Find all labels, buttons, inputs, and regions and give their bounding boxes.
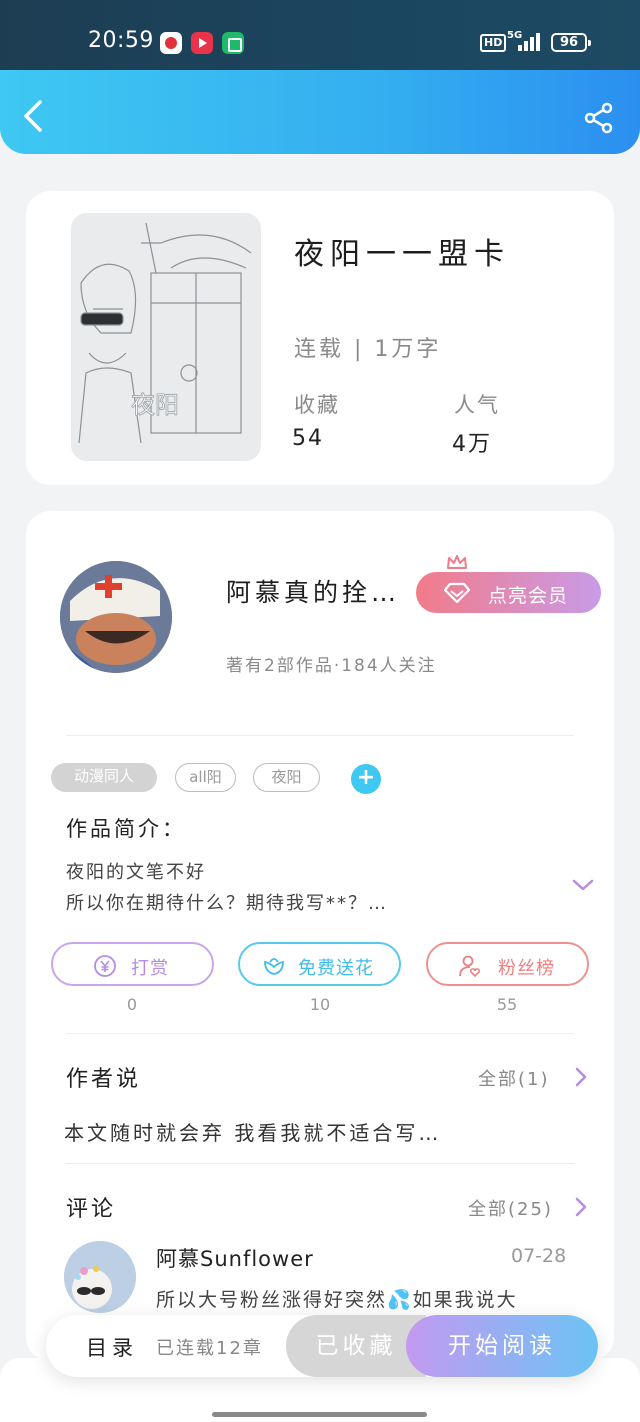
collected-button[interactable]: 已收藏 bbox=[286, 1315, 426, 1377]
author-says-text[interactable]: 本文随时就会弃 我看我就不适合写… bbox=[64, 1117, 441, 1146]
chevron-right-icon[interactable] bbox=[574, 1067, 588, 1087]
play-app-icon bbox=[191, 32, 213, 54]
fans-rank-label: 粉丝榜 bbox=[498, 958, 555, 979]
share-button[interactable] bbox=[583, 102, 615, 134]
header-bar bbox=[0, 70, 640, 154]
vip-button[interactable]: 点亮会员 bbox=[416, 555, 601, 613]
battery-icon: 96 bbox=[551, 33, 591, 52]
chevron-left-icon bbox=[24, 100, 42, 132]
book-info-card: 夜阳 夜阳一一盟卡 连载 | 1万字 收藏 54 人气 4万 bbox=[26, 191, 614, 485]
flower-icon bbox=[264, 958, 284, 975]
home-indicator[interactable] bbox=[212, 1412, 427, 1417]
intro-line: 夜阳的文笔不好 bbox=[66, 862, 206, 883]
toc-button[interactable]: 目录 bbox=[86, 1332, 138, 1362]
collect-count: 54 bbox=[292, 426, 324, 451]
cover-signature: 夜阳 bbox=[131, 391, 179, 419]
book-detail-card: 阿慕真的拴… 点亮会员 著有2部作品·184人关注 动漫同人 all阳 夜阳 +… bbox=[26, 511, 614, 1361]
crown-icon bbox=[447, 555, 467, 569]
divider bbox=[66, 735, 574, 736]
vip-label: 点亮会员 bbox=[488, 585, 569, 607]
author-avatar[interactable] bbox=[60, 561, 172, 673]
reward-button[interactable]: 打赏 bbox=[51, 942, 214, 986]
commenter-name[interactable]: 阿慕Sunflower bbox=[156, 1243, 314, 1273]
comments-more[interactable]: 全部(25) bbox=[468, 1195, 553, 1221]
comment-date: 07-28 bbox=[511, 1245, 567, 1267]
status-time: 20:59 bbox=[88, 28, 154, 53]
chevron-right-icon[interactable] bbox=[574, 1197, 588, 1217]
chevron-down-icon[interactable] bbox=[571, 877, 595, 893]
divider bbox=[66, 1163, 574, 1164]
send-flower-button[interactable]: 免费送花 bbox=[238, 942, 401, 986]
intro-line: 所以你在期待什么？期待我写**？… bbox=[66, 893, 388, 914]
diamond-icon bbox=[444, 582, 470, 604]
signal-icon bbox=[518, 33, 544, 51]
popularity-label: 人气 bbox=[454, 393, 500, 417]
status-bar: 20:59 HD 5G 96 bbox=[0, 0, 640, 70]
author-says-title: 作者说 bbox=[66, 1067, 142, 1092]
book-status: 连载 | 1万字 bbox=[294, 337, 442, 362]
yen-icon bbox=[94, 955, 116, 977]
fans-count: 55 bbox=[496, 995, 518, 1014]
avatar-image bbox=[60, 561, 172, 673]
collect-label: 收藏 bbox=[294, 393, 340, 417]
book-cover[interactable]: 夜阳 bbox=[71, 213, 261, 461]
tag-item[interactable]: all阳 bbox=[175, 763, 236, 792]
user-heart-icon bbox=[459, 955, 481, 978]
start-reading-button[interactable]: 开始阅读 bbox=[406, 1315, 598, 1377]
intro-title: 作品简介： bbox=[66, 817, 186, 841]
author-name[interactable]: 阿慕真的拴… bbox=[226, 573, 400, 609]
tag-category[interactable]: 动漫同人 bbox=[51, 763, 157, 792]
reward-count: 0 bbox=[126, 995, 138, 1014]
comment-text[interactable]: 所以大号粉丝涨得好突然💦如果我说大 bbox=[156, 1285, 518, 1312]
bottom-action-bar: 目录 已连载12章 已收藏 开始阅读 bbox=[46, 1315, 598, 1377]
android-app-icon bbox=[222, 32, 244, 54]
send-flower-label: 免费送花 bbox=[298, 958, 374, 979]
divider bbox=[66, 1033, 574, 1034]
commenter-avatar[interactable] bbox=[64, 1241, 136, 1313]
flower-count: 10 bbox=[309, 995, 331, 1014]
share-icon bbox=[584, 102, 613, 134]
comments-title: 评论 bbox=[66, 1197, 117, 1222]
video-app-icon bbox=[160, 32, 182, 54]
author-says-more[interactable]: 全部(1) bbox=[478, 1065, 550, 1091]
popularity-count: 4万 bbox=[452, 432, 492, 457]
add-tag-button[interactable]: + bbox=[351, 764, 381, 794]
fans-rank-button[interactable]: 粉丝榜 bbox=[426, 942, 589, 986]
tag-item[interactable]: 夜阳 bbox=[253, 763, 320, 792]
reward-label: 打赏 bbox=[131, 958, 169, 979]
commenter-avatar-image bbox=[64, 1241, 136, 1313]
back-button[interactable] bbox=[20, 98, 50, 134]
hd-indicator: HD bbox=[480, 34, 507, 52]
chapter-count: 已连载12章 bbox=[156, 1338, 263, 1359]
cover-sketch-image: 夜阳 bbox=[71, 213, 261, 461]
author-meta: 著有2部作品·184人关注 bbox=[226, 656, 437, 676]
book-title: 夜阳一一盟卡 bbox=[294, 237, 510, 272]
